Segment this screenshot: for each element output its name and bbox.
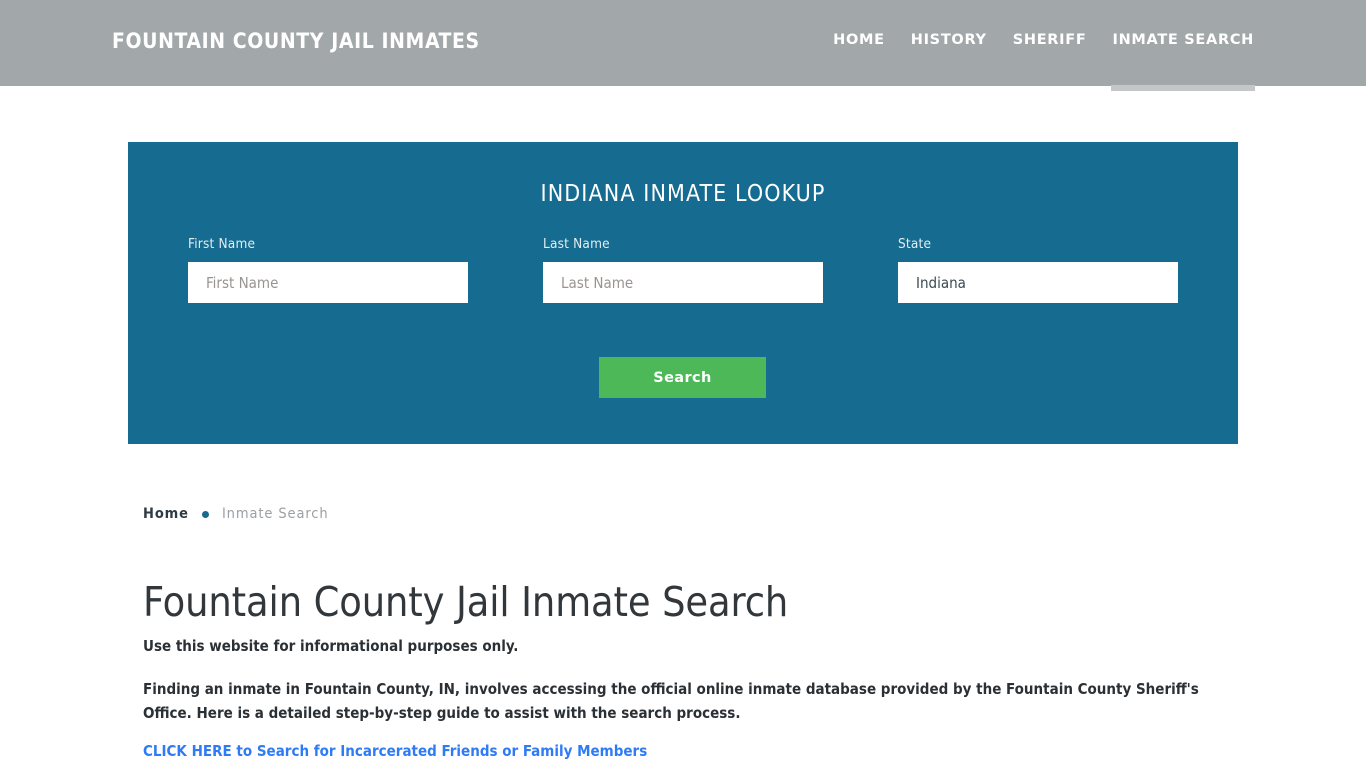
last-name-input[interactable] <box>543 262 823 303</box>
state-field-group: State <box>898 236 1178 303</box>
first-name-input[interactable] <box>188 262 468 303</box>
state-input[interactable] <box>898 262 1178 303</box>
breadcrumb-current-page: Inmate Search <box>221 506 329 522</box>
lookup-panel-title: INDIANA INMATE LOOKUP <box>540 181 826 207</box>
breadcrumb-home-link[interactable]: Home <box>143 506 189 522</box>
nav-item-history[interactable]: HISTORY <box>911 32 987 48</box>
breadcrumb: Home Inmate Search <box>143 506 329 522</box>
page-lede-text: Use this website for informational purpo… <box>143 637 519 655</box>
site-header: FOUNTAIN COUNTY JAIL INMATES HOME HISTOR… <box>0 0 1366 91</box>
nav-item-inmate-search[interactable]: INMATE SEARCH <box>1111 32 1255 91</box>
last-name-label: Last Name <box>543 236 610 252</box>
last-name-field-group: Last Name <box>543 236 823 303</box>
page-body-paragraph: Finding an inmate in Fountain County, IN… <box>143 680 1199 722</box>
nav-item-home[interactable]: HOME <box>833 32 885 48</box>
breadcrumb-separator-dot-icon <box>201 510 209 518</box>
search-button[interactable]: Search <box>599 357 766 398</box>
inmate-lookup-panel: INDIANA INMATE LOOKUP First Name Last Na… <box>128 142 1238 444</box>
state-label: State <box>898 236 932 252</box>
site-brand-title: FOUNTAIN COUNTY JAIL INMATES <box>112 29 480 53</box>
first-name-label: First Name <box>188 236 256 252</box>
header-inner: FOUNTAIN COUNTY JAIL INMATES HOME HISTOR… <box>0 0 1366 91</box>
inmate-search-cta-link[interactable]: CLICK HERE to Search for Incarcerated Fr… <box>143 742 647 760</box>
page-title: Fountain County Jail Inmate Search <box>143 578 789 626</box>
first-name-field-group: First Name <box>188 236 468 303</box>
nav-item-sheriff[interactable]: SHERIFF <box>1013 32 1087 48</box>
main-navigation: HOME HISTORY SHERIFF INMATE SEARCH <box>833 32 1255 91</box>
